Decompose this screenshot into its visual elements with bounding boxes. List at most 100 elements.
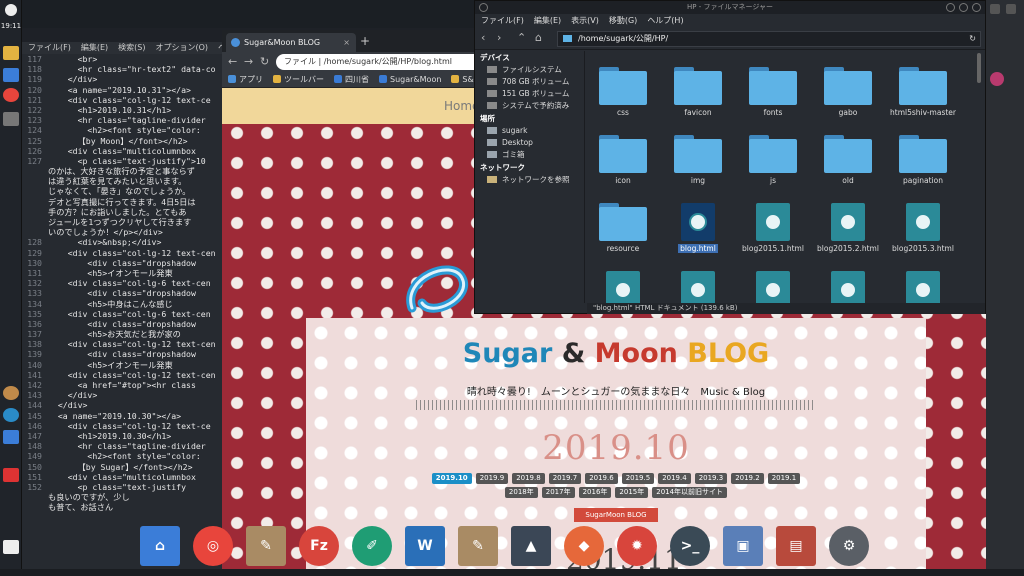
chrome-icon[interactable]: ◎ xyxy=(193,526,233,566)
sidebar-item[interactable]: 708 GB ボリューム xyxy=(475,76,584,88)
menu-icon[interactable] xyxy=(5,4,17,16)
archive-link[interactable]: 2019.4 xyxy=(658,473,691,484)
mountain-app-icon[interactable]: ▲ xyxy=(511,526,551,566)
sidebar-item[interactable]: Desktop xyxy=(475,137,584,149)
fm-menu-file[interactable]: ファイル(F) xyxy=(481,14,524,28)
folder-item[interactable]: resource xyxy=(587,203,659,253)
minimize-icon[interactable] xyxy=(990,4,1000,14)
folder-icon[interactable] xyxy=(3,68,19,82)
fm-menu-go[interactable]: 移動(G) xyxy=(609,14,637,28)
notes-icon[interactable]: ✎ xyxy=(458,526,498,566)
archive-link[interactable]: 2019.1 xyxy=(767,473,801,484)
archive-link[interactable]: 2014年以前旧サイト xyxy=(652,487,728,498)
editor-menu-edit[interactable]: 編集(E) xyxy=(81,42,108,54)
editor-menu-search[interactable]: 検索(S) xyxy=(118,42,145,54)
file-item[interactable]: blog2015.2.html xyxy=(812,203,884,253)
archive-link[interactable]: 2019.8 xyxy=(512,473,545,484)
bookmark-apps[interactable]: アプリ xyxy=(228,72,263,87)
archive-link[interactable]: 2019.3 xyxy=(694,473,728,484)
bookmark-sugarmoon[interactable]: Sugar&Moon xyxy=(379,72,441,87)
file-item[interactable] xyxy=(662,271,734,303)
file-item[interactable] xyxy=(887,271,959,303)
filezilla-icon[interactable]: Fz xyxy=(299,526,339,566)
close-icon[interactable] xyxy=(1006,4,1016,14)
archive-link[interactable]: 2019.9 xyxy=(475,473,509,484)
bookmark-sa[interactable]: S& xyxy=(451,72,474,87)
folder-item[interactable]: icon xyxy=(587,135,659,185)
fm-menu-edit[interactable]: 編集(E) xyxy=(534,14,561,28)
archive-link[interactable]: 2019.10 xyxy=(431,473,472,484)
up-icon[interactable]: ⌃ xyxy=(517,31,526,45)
folder-item[interactable]: old xyxy=(812,135,884,185)
writer-icon[interactable]: W xyxy=(405,526,445,566)
window-menu-icon[interactable] xyxy=(479,3,488,12)
folder-item[interactable]: js xyxy=(737,135,809,185)
maximize-icon[interactable] xyxy=(959,3,968,12)
folder-item[interactable]: css xyxy=(587,67,659,117)
notes-icon[interactable] xyxy=(3,46,19,60)
folder-item[interactable]: html5shiv-master xyxy=(887,67,959,117)
archive-link[interactable]: 2019.5 xyxy=(621,473,655,484)
sidebar-item[interactable]: システムで予約済み xyxy=(475,100,584,112)
new-tab-button[interactable]: + xyxy=(360,33,370,50)
profile-icon[interactable] xyxy=(990,72,1004,86)
folder-item[interactable]: fonts xyxy=(737,67,809,117)
tab-close-icon[interactable]: × xyxy=(343,33,350,52)
home-folder-icon[interactable]: ⌂ xyxy=(140,526,180,566)
editor-menu-options[interactable]: オプション(O) xyxy=(155,42,208,54)
reload-icon[interactable]: ↻ xyxy=(969,32,976,46)
file-item[interactable] xyxy=(737,271,809,303)
location-bar[interactable]: /home/sugark/公開/HP/ ↻ xyxy=(557,31,981,47)
archive-link[interactable]: 2016年 xyxy=(578,487,612,498)
text-editor-icon[interactable]: ✎ xyxy=(246,526,286,566)
forward-icon[interactable]: → xyxy=(244,55,253,69)
back-icon[interactable]: ← xyxy=(228,55,237,69)
firefox-icon[interactable]: ◆ xyxy=(564,526,604,566)
anchor-icon[interactable] xyxy=(3,408,19,422)
archive-icon[interactable]: ▤ xyxy=(776,526,816,566)
editor-menu-file[interactable]: ファイル(F) xyxy=(28,42,71,54)
window-icon[interactable] xyxy=(3,112,19,126)
app-icon[interactable] xyxy=(3,386,19,400)
home-icon[interactable]: ⌂ xyxy=(535,31,542,45)
bookmark-toolbar[interactable]: ツールバー xyxy=(273,72,324,87)
folder-item[interactable]: favicon xyxy=(662,67,734,117)
minimize-icon[interactable] xyxy=(946,3,955,12)
terminal-icon[interactable]: >_ xyxy=(670,526,710,566)
browser-tab[interactable]: Sugar&Moon BLOG × xyxy=(226,33,356,52)
file-item[interactable] xyxy=(587,271,659,303)
chrome-icon[interactable] xyxy=(3,88,19,102)
archive-link[interactable]: 2019.6 xyxy=(585,473,618,484)
scrollbar[interactable] xyxy=(977,53,981,83)
bookmark-sichuan[interactable]: 四川省 xyxy=(334,72,369,87)
fm-menu-view[interactable]: 表示(V) xyxy=(571,14,599,28)
archive-link[interactable]: 2015年 xyxy=(615,487,649,498)
fm-menu-help[interactable]: ヘルプ(H) xyxy=(647,14,683,28)
close-icon[interactable] xyxy=(972,3,981,12)
sidebar-item[interactable]: ファイルシステム xyxy=(475,64,584,76)
flag-icon[interactable] xyxy=(3,468,19,482)
screenshot-icon[interactable]: ▣ xyxy=(723,526,763,566)
file-item[interactable] xyxy=(812,271,884,303)
file-item[interactable]: blog2015.3.html xyxy=(887,203,959,253)
sidebar-item[interactable]: ネットワークを参照 xyxy=(475,174,584,186)
gimp-icon[interactable]: ✐ xyxy=(352,526,392,566)
forward-icon[interactable]: › xyxy=(497,31,501,45)
burner-icon[interactable]: ✹ xyxy=(617,526,657,566)
sidebar-item[interactable]: 151 GB ボリューム xyxy=(475,88,584,100)
back-icon[interactable]: ‹ xyxy=(481,31,485,45)
file-item[interactable]: blog.html xyxy=(662,203,734,253)
sidebar-item[interactable]: ゴミ箱 xyxy=(475,149,584,161)
file-item[interactable]: blog2015.1.html xyxy=(737,203,809,253)
archive-link[interactable]: 2019.2 xyxy=(731,473,764,484)
folder-item[interactable]: pagination xyxy=(887,135,959,185)
folder-item[interactable]: img xyxy=(662,135,734,185)
archive-link[interactable]: 2019.7 xyxy=(548,473,582,484)
archive-link[interactable]: 2017年 xyxy=(541,487,575,498)
archive-link[interactable]: 2018年 xyxy=(504,487,538,498)
reload-icon[interactable]: ↻ xyxy=(260,55,269,69)
folder-item[interactable]: gabo xyxy=(812,67,884,117)
sidebar-item[interactable]: sugark xyxy=(475,125,584,137)
settings-icon[interactable]: ⚙ xyxy=(829,526,869,566)
window-list-icon[interactable] xyxy=(3,430,19,444)
